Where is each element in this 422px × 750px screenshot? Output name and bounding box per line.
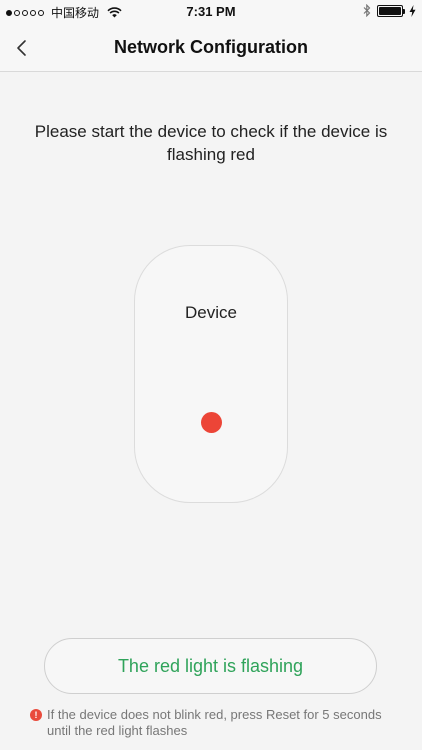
battery-icon [377,4,405,17]
page-title: Network Configuration [114,37,308,57]
network-configuration-screen: 中国移动 7:31 PM Network Configuration Pleas… [0,0,422,750]
alert-icon: ! [30,709,42,721]
reset-hint: ! If the device does not blink red, pres… [30,707,402,739]
red-led-indicator [201,412,222,433]
status-bar: 中国移动 7:31 PM [0,0,422,24]
bluetooth-icon [363,4,371,17]
status-time: 7:31 PM [186,4,236,19]
device-label: Device [185,303,237,322]
device-illustration: Device [134,245,288,503]
charging-icon [409,4,416,17]
red-light-flashing-button[interactable]: The red light is flashing [44,638,377,694]
status-right [363,4,416,17]
instruction-text: Please start the device to check if the … [34,122,388,164]
hint-text: If the device does not blink red, press … [47,707,382,738]
navigation-bar: Network Configuration [0,24,422,72]
